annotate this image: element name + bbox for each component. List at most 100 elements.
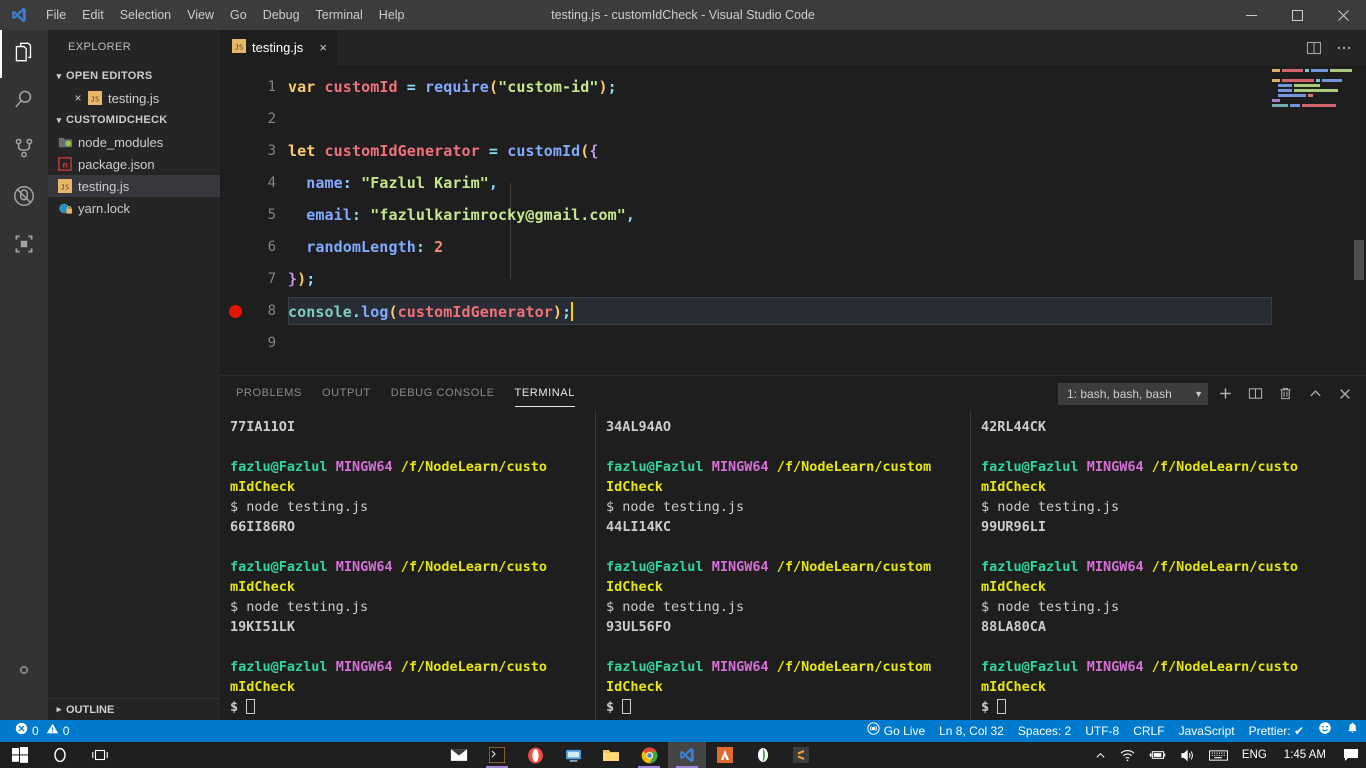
menu-terminal[interactable]: Terminal (308, 0, 371, 30)
code-line-6[interactable]: 6 randomLength: 2 (220, 231, 1366, 263)
activity-extensions[interactable] (0, 222, 48, 270)
keyboard-icon[interactable] (1202, 749, 1235, 762)
kill-terminal-button[interactable] (1272, 379, 1298, 409)
opera-icon[interactable] (516, 742, 554, 768)
activity-explorer[interactable] (0, 30, 48, 78)
terminal-3[interactable]: 42RL44CK fazlu@Fazlul MINGW64 /f/NodeLea… (970, 411, 1351, 720)
task-view-icon[interactable] (80, 742, 120, 768)
open-editor-testing-js[interactable]: × JS testing.js (48, 87, 220, 109)
section-project[interactable]: ▾ CUSTOMIDCHECK (48, 109, 220, 131)
activity-debug[interactable] (0, 174, 48, 222)
wifi-icon[interactable] (1113, 749, 1142, 762)
menu-file[interactable]: File (38, 0, 74, 30)
file-package-json[interactable]: n package.json (48, 153, 220, 175)
file-node-modules[interactable]: node_modules (48, 131, 220, 153)
action-center-icon[interactable] (1336, 748, 1366, 762)
prettier-status[interactable]: Prettier: ✔ (1242, 720, 1311, 742)
tab-output[interactable]: OUTPUT (322, 376, 371, 411)
close-icon[interactable]: × (70, 91, 86, 105)
code-line-8[interactable]: 8 console.log(customIdGenerator); (220, 295, 1366, 327)
vscode-icon[interactable] (668, 742, 706, 768)
chevron-up-icon[interactable] (1088, 750, 1113, 761)
code-editor[interactable]: 1 var customId = require("custom-id"); 2… (220, 65, 1366, 375)
file-testing-js[interactable]: JS testing.js (48, 175, 220, 197)
tab-testing-js[interactable]: JS testing.js × (220, 30, 338, 65)
menu-edit[interactable]: Edit (74, 0, 112, 30)
terminal-output: 77IA11OI (230, 417, 589, 437)
svg-text:JS: JS (91, 96, 99, 104)
prompt-path: /f/NodeLearn/custo (1152, 459, 1298, 475)
chrome-icon[interactable] (630, 742, 668, 768)
this-pc-icon[interactable] (554, 742, 592, 768)
activity-manage[interactable] (0, 648, 48, 696)
prompt-host: MINGW64 (712, 559, 769, 575)
volume-icon[interactable] (1173, 749, 1202, 762)
split-terminal-button[interactable] (1242, 379, 1268, 409)
file-explorer-icon[interactable] (592, 742, 630, 768)
maximize-panel-button[interactable] (1302, 379, 1328, 409)
tab-debug-console[interactable]: DEBUG CONSOLE (391, 376, 495, 411)
mongodb-icon[interactable] (744, 742, 782, 768)
editor-scrollbar[interactable] (1352, 100, 1366, 375)
indentation[interactable]: Spaces: 2 (1011, 720, 1078, 742)
breakpoint-icon[interactable] (229, 305, 242, 318)
minimap[interactable] (1272, 65, 1352, 375)
file-yarn-lock[interactable]: yarn.lock (48, 197, 220, 219)
menu-help[interactable]: Help (371, 0, 413, 30)
tab-close-icon[interactable]: × (319, 40, 327, 55)
terminal-prompt: fazlu@Fazlul MINGW64 /f/NodeLearn/custo (981, 457, 1345, 477)
section-open-editors[interactable]: ▾ OPEN EDITORS (48, 65, 220, 87)
windows-start-icon[interactable] (0, 742, 40, 768)
menu-go[interactable]: Go (222, 0, 255, 30)
battery-charging-icon[interactable] (1142, 749, 1173, 761)
section-outline[interactable]: ▸ OUTLINE (48, 698, 220, 720)
status-problems[interactable]: 0 0 (8, 720, 76, 742)
language-mode[interactable]: JavaScript (1172, 720, 1242, 742)
mail-icon[interactable] (440, 742, 478, 768)
menu-view[interactable]: View (179, 0, 222, 30)
activity-source-control[interactable] (0, 126, 48, 174)
language-indicator[interactable]: ENG (1235, 749, 1274, 761)
tab-problems[interactable]: PROBLEMS (236, 376, 302, 411)
tab-terminal[interactable]: TERMINAL (515, 376, 575, 411)
ellipsis-icon[interactable] (1330, 30, 1358, 65)
go-live-button[interactable]: Go Live (860, 720, 932, 742)
notifications-button[interactable] (1339, 720, 1366, 742)
cortana-circle-icon[interactable] (40, 742, 80, 768)
code-line-9[interactable]: 9 (220, 327, 1366, 359)
maximize-icon[interactable] (1274, 0, 1320, 30)
close-icon[interactable] (1320, 0, 1366, 30)
encoding[interactable]: UTF-8 (1078, 720, 1126, 742)
cursor-position[interactable]: Ln 8, Col 32 (932, 720, 1011, 742)
gutter-breakpoint[interactable] (220, 305, 250, 318)
terminal-selector[interactable]: 1: bash, bash, bash ▼ (1058, 383, 1208, 405)
scrollbar-thumb[interactable] (1354, 240, 1364, 280)
terminal-output: 19KI51LK (230, 617, 589, 637)
code-line-2[interactable]: 2 (220, 103, 1366, 135)
split-editor-icon[interactable] (1300, 30, 1328, 65)
code-line-7[interactable]: 7 }); (220, 263, 1366, 295)
minimize-icon[interactable] (1228, 0, 1274, 30)
code-line-5[interactable]: 5 email: "fazlulkarimrocky@gmail.com", (220, 199, 1366, 231)
menu-selection[interactable]: Selection (112, 0, 179, 30)
terminal-2[interactable]: 34AL94AO fazlu@Fazlul MINGW64 /f/NodeLea… (595, 411, 970, 720)
terminal-output: 66II86RO (230, 517, 589, 537)
terminal-icon[interactable] (478, 742, 516, 768)
activity-search[interactable] (0, 78, 48, 126)
feedback-button[interactable] (1311, 720, 1339, 742)
menu-bar[interactable]: File Edit Selection View Go Debug Termin… (38, 0, 413, 30)
android-studio-icon[interactable] (706, 742, 744, 768)
menu-debug[interactable]: Debug (255, 0, 308, 30)
terminal-1[interactable]: 77IA11OI fazlu@Fazlul MINGW64 /f/NodeLea… (220, 411, 595, 720)
code-line-4[interactable]: 4 name: "Fazlul Karim", (220, 167, 1366, 199)
new-terminal-button[interactable] (1212, 379, 1238, 409)
terminal-output: 99UR96LI (981, 517, 1345, 537)
eol[interactable]: CRLF (1126, 720, 1171, 742)
svg-text:JS: JS (61, 184, 69, 192)
taskbar-clock[interactable]: 1:45 AM (1274, 749, 1336, 761)
close-panel-button[interactable] (1332, 379, 1358, 409)
prompt-user: fazlu@Fazlul (606, 559, 704, 575)
sublime-icon[interactable] (782, 742, 820, 768)
code-line-1[interactable]: 1 var customId = require("custom-id"); (220, 71, 1366, 103)
code-line-3[interactable]: 3 let customIdGenerator = customId({ (220, 135, 1366, 167)
